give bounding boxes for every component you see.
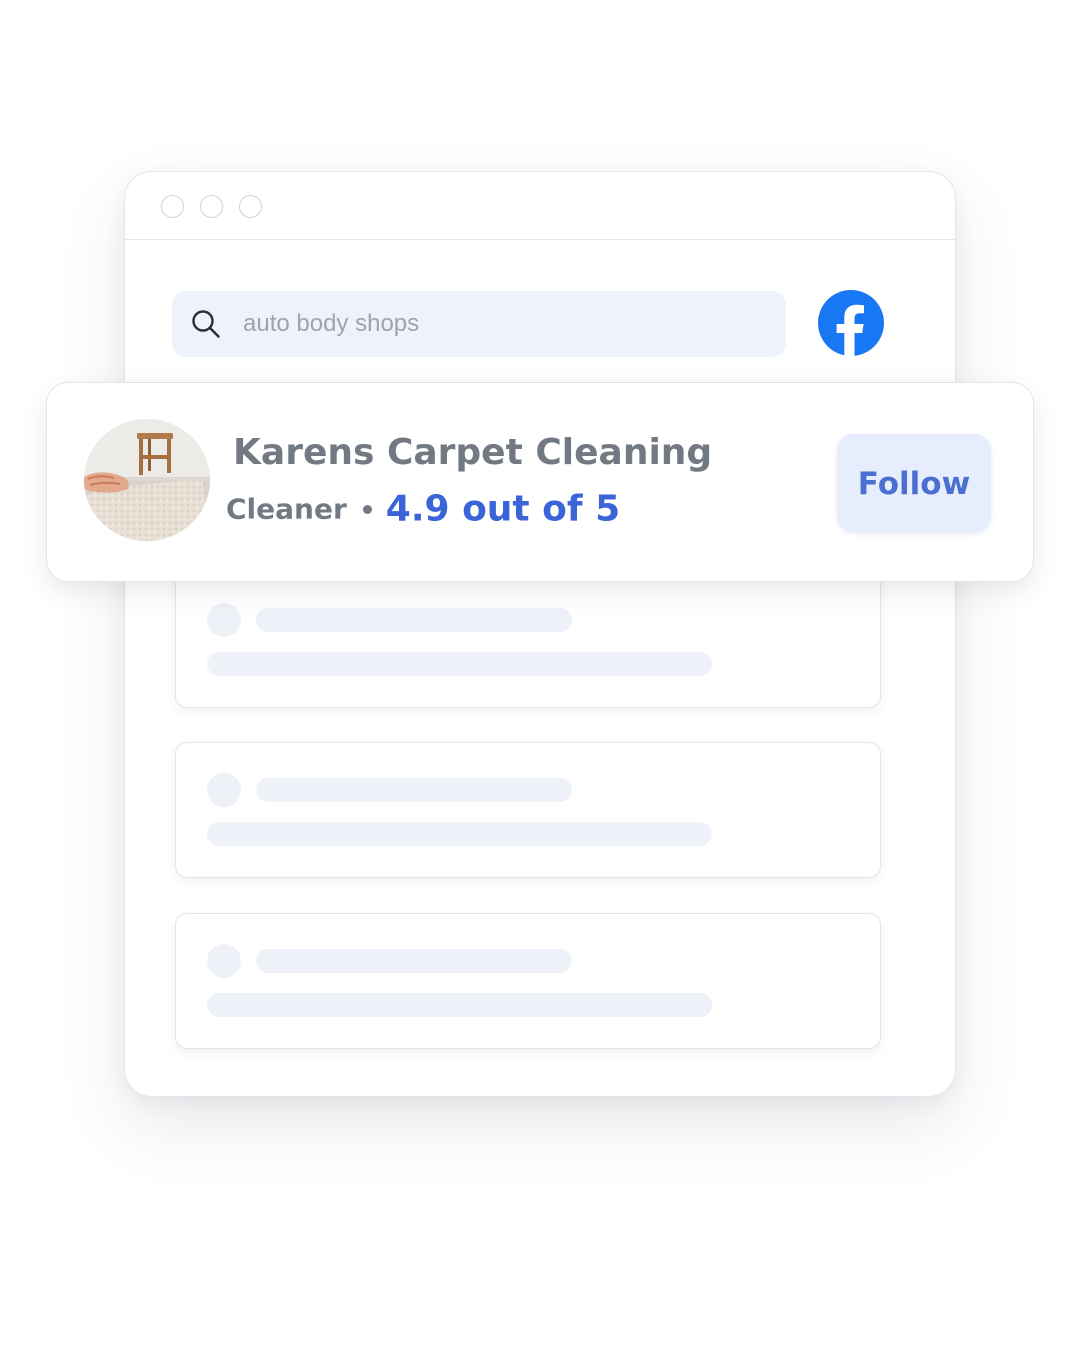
business-avatar bbox=[84, 419, 210, 541]
placeholder-result-card bbox=[175, 742, 881, 878]
placeholder-avatar bbox=[207, 944, 241, 978]
search-input[interactable]: auto body shops bbox=[243, 291, 419, 357]
follow-button[interactable]: Follow bbox=[837, 434, 991, 532]
business-category: Cleaner bbox=[226, 492, 347, 526]
window-control-dot[interactable] bbox=[161, 195, 184, 218]
placeholder-line bbox=[207, 993, 712, 1017]
window-control-dot[interactable] bbox=[239, 195, 262, 218]
placeholder-line bbox=[256, 608, 572, 632]
search-icon bbox=[192, 310, 220, 338]
stage: auto body shops Karens Carpet Cleaning C… bbox=[0, 0, 1080, 1350]
search-bar[interactable]: auto body shops bbox=[172, 291, 786, 357]
placeholder-avatar bbox=[207, 773, 241, 807]
placeholder-avatar bbox=[207, 603, 241, 637]
business-rating: 4.9 out of 5 bbox=[385, 488, 621, 530]
carpet-room-image bbox=[84, 419, 210, 541]
window-control-dot[interactable] bbox=[200, 195, 223, 218]
placeholder-line bbox=[207, 652, 712, 676]
business-meta: Cleaner 4.9 out of 5 bbox=[226, 487, 620, 532]
separator-dot bbox=[362, 505, 372, 514]
placeholder-result-card bbox=[175, 913, 881, 1049]
browser-window: auto body shops bbox=[124, 171, 956, 1097]
placeholder-result-card bbox=[175, 572, 881, 708]
placeholder-line bbox=[256, 949, 572, 973]
window-titlebar bbox=[125, 172, 955, 240]
featured-result-card[interactable]: Karens Carpet Cleaning Cleaner 4.9 out of… bbox=[46, 382, 1034, 582]
facebook-icon[interactable] bbox=[817, 289, 885, 357]
business-name[interactable]: Karens Carpet Cleaning bbox=[233, 431, 712, 475]
placeholder-line bbox=[256, 778, 572, 802]
placeholder-line bbox=[207, 822, 712, 846]
